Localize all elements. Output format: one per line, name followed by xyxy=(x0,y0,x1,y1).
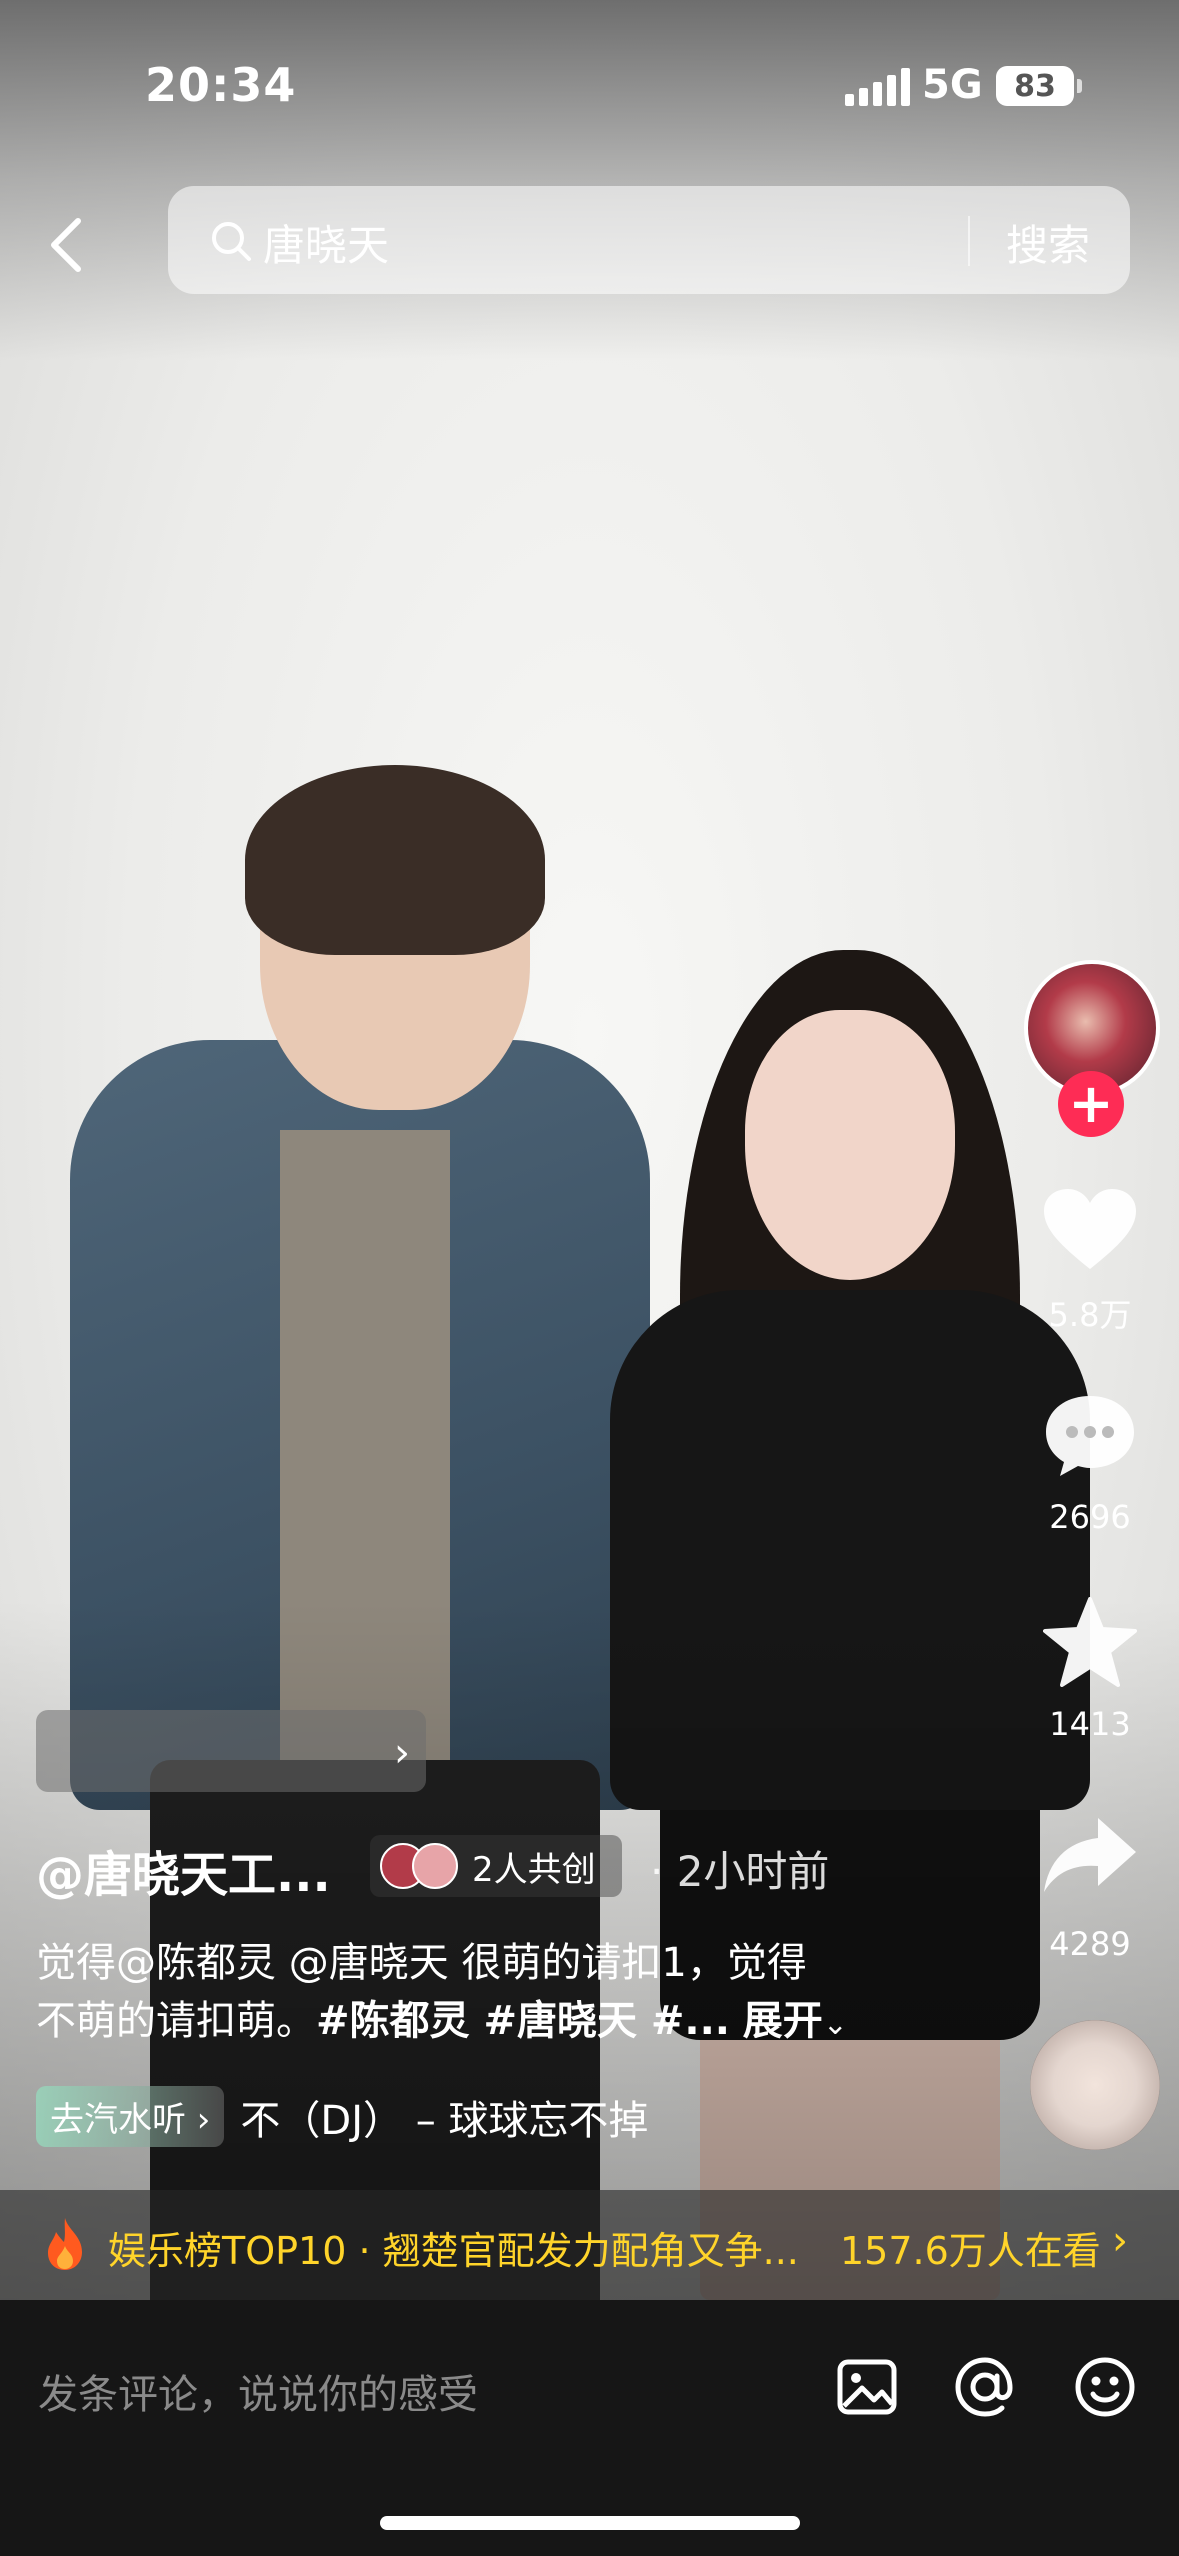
comment-button[interactable] xyxy=(1030,1385,1150,1485)
chevron-right-icon: › xyxy=(1112,2218,1128,2264)
comment-input[interactable]: 发条评论，说说你的感受 xyxy=(38,2362,478,2420)
fire-icon xyxy=(48,2218,82,2270)
status-bar: 20:34 5G 83 xyxy=(0,0,1179,170)
favorite-count: 1413 xyxy=(1049,1705,1131,1743)
emoji-icon[interactable] xyxy=(1070,2352,1140,2422)
heart-icon xyxy=(1044,1189,1136,1269)
description-line-2: 不萌的请扣萌。#陈都灵 #唐晓天 #... 展开⌄ xyxy=(36,1992,916,2054)
mention-icon[interactable] xyxy=(950,2352,1020,2422)
follow-button[interactable]: + xyxy=(1058,1071,1124,1137)
hot-list-text: 娱乐榜TOP10 · 翘楚官配发力配角又争... xyxy=(108,2229,799,2273)
hot-list-viewers: 157.6万人在看 xyxy=(840,2229,1101,2273)
person-right-face xyxy=(745,1010,955,1280)
share-count: 4289 xyxy=(1049,1925,1131,1963)
music-row[interactable]: 去汽水听 › 不（DJ） – 球球忘不掉 xyxy=(36,2086,648,2147)
video-description[interactable]: 觉得@陈都灵 @唐晓天 很萌的请扣1，觉得 不萌的请扣萌。#陈都灵 #唐晓天 #… xyxy=(36,1934,916,2054)
battery-icon: 83 xyxy=(996,66,1082,106)
search-button[interactable]: 搜索 xyxy=(1006,212,1090,273)
blurred-pill-link[interactable]: › xyxy=(36,1710,426,1792)
search-input[interactable]: 唐晓天 xyxy=(263,212,389,273)
share-button[interactable] xyxy=(1030,1805,1150,1905)
search-icon xyxy=(212,222,251,261)
image-icon[interactable] xyxy=(832,2352,902,2422)
description-line-1: 觉得@陈都灵 @唐晓天 很萌的请扣1，觉得 xyxy=(36,1940,807,1986)
comment-icon xyxy=(1046,1396,1134,1476)
like-button[interactable] xyxy=(1030,1180,1150,1280)
post-time: · 2小时前 xyxy=(650,1847,830,1896)
search-bar[interactable]: 唐晓天 搜索 xyxy=(168,186,1130,294)
home-indicator[interactable] xyxy=(380,2516,800,2530)
chevron-right-icon: › xyxy=(394,1730,410,1776)
back-button[interactable] xyxy=(40,205,100,285)
person-left-hair xyxy=(245,765,545,955)
expand-button[interactable]: 展开 xyxy=(743,1998,823,2044)
music-app-tag[interactable]: 去汽水听 › xyxy=(36,2086,225,2147)
cocreate-avatars xyxy=(380,1843,458,1889)
description-tags[interactable]: #陈都灵 #唐晓天 #... xyxy=(316,1998,730,2044)
status-time: 20:34 xyxy=(145,58,297,112)
cocreate-label: 2人共创 xyxy=(472,1849,596,1890)
search-divider xyxy=(968,216,970,266)
comment-bar: 发条评论，说说你的感受 xyxy=(0,2300,1179,2556)
music-disc[interactable] xyxy=(1030,2020,1160,2150)
comment-count: 2696 xyxy=(1049,1498,1131,1536)
description-prefix: 不萌的请扣萌。 xyxy=(36,1998,316,2044)
favorite-button[interactable] xyxy=(1030,1592,1150,1692)
chevron-left-icon xyxy=(51,218,81,272)
music-title[interactable]: 不（DJ） – 球球忘不掉 xyxy=(240,2088,648,2146)
signal-icon xyxy=(845,68,910,106)
star-icon xyxy=(1043,1597,1137,1687)
chevron-down-icon: ⌄ xyxy=(822,2007,848,2042)
hot-list-banner[interactable]: 娱乐榜TOP10 · 翘楚官配发力配角又争... 157.6万人在看 › xyxy=(0,2190,1179,2300)
like-count: 5.8万 xyxy=(1048,1296,1132,1334)
author-name[interactable]: @唐晓天工... xyxy=(36,1835,331,1905)
network-type: 5G xyxy=(922,62,983,108)
share-icon xyxy=(1044,1818,1136,1892)
cocreate-badge[interactable]: 2人共创 xyxy=(370,1835,622,1897)
